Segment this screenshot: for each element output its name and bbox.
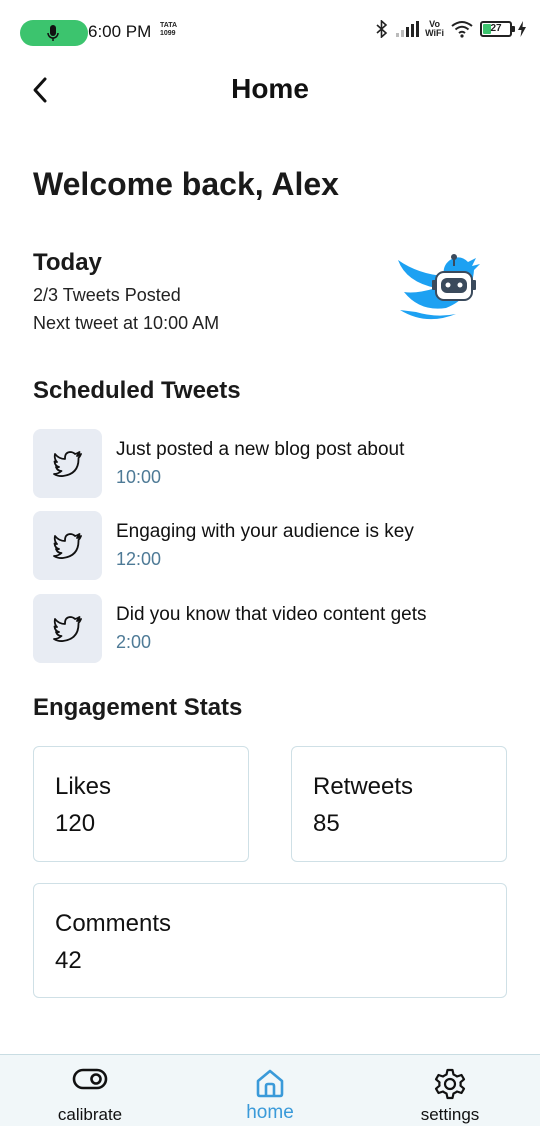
battery-indicator: 27 (480, 21, 515, 37)
retweets-value: 85 (313, 810, 340, 837)
scheduled-tweet-item[interactable]: Engaging with your audience is key 12:00 (33, 511, 513, 581)
app-bar: Home (0, 64, 540, 114)
tweet-icon-container (33, 594, 102, 663)
nav-calibrate[interactable]: calibrate (0, 1055, 180, 1126)
bluetooth-icon (376, 20, 388, 38)
comments-label: Comments (55, 910, 172, 937)
tweet-time: 10:00 (116, 467, 162, 487)
charging-bolt-icon (518, 21, 526, 37)
nav-settings[interactable]: settings (360, 1055, 540, 1126)
tweet-icon-container (33, 429, 102, 498)
carrier-top-text: TATA (160, 22, 178, 29)
nav-settings-label: settings (420, 1105, 480, 1124)
tweet-text: Just posted a new blog post about (116, 439, 405, 460)
status-time: 6:00 PM (88, 22, 152, 41)
microphone-icon (47, 25, 59, 41)
scheduled-tweet-item[interactable]: Did you know that video content gets 2:0… (33, 594, 513, 664)
engagement-stats-title: Engagement Stats (33, 694, 243, 721)
bottom-nav: calibrate home settings (0, 1054, 540, 1126)
battery-level-text: 27 (490, 23, 502, 34)
nav-calibrate-label: calibrate (57, 1105, 123, 1124)
likes-label: Likes (55, 773, 112, 800)
twitter-robot-logo (398, 254, 480, 320)
tweet-time: 2:00 (116, 632, 152, 652)
likes-value: 120 (55, 810, 96, 837)
tweet-icon-container (33, 511, 102, 580)
carrier-bottom-text: 1099 (160, 30, 176, 37)
status-bar: 6:00 PM TATA 1099 Vo WiFi 27 (0, 0, 540, 64)
twitter-bird-icon (52, 615, 82, 642)
tweet-text: Engaging with your audience is key (116, 521, 414, 542)
nav-home[interactable]: home (180, 1055, 360, 1126)
next-tweet-text: Next tweet at 10:00 AM (33, 313, 220, 333)
retweets-card: Retweets 85 (291, 746, 507, 862)
signal-icon (396, 21, 420, 37)
nav-home-label: home (246, 1102, 294, 1123)
tweet-text: Did you know that video content gets (116, 604, 427, 625)
home-icon (256, 1069, 284, 1098)
twitter-bird-icon (52, 450, 82, 477)
tweet-time: 12:00 (116, 549, 162, 569)
wifi-icon (451, 21, 473, 38)
welcome-heading: Welcome back, Alex (33, 166, 339, 202)
today-title: Today (33, 249, 102, 276)
toggle-icon (72, 1068, 108, 1090)
comments-card: Comments 42 (33, 883, 507, 998)
tweets-posted-text: 2/3 Tweets Posted (33, 285, 181, 305)
scheduled-tweets-title: Scheduled Tweets (33, 377, 241, 404)
scheduled-tweet-item[interactable]: Just posted a new blog post about 10:00 (33, 429, 513, 499)
status-icons: Vo WiFi 27 (375, 20, 526, 38)
mic-active-indicator[interactable] (20, 20, 88, 46)
likes-card: Likes 120 (33, 746, 249, 862)
page-title: Home (231, 73, 309, 104)
twitter-bird-icon (52, 532, 82, 559)
vowifi-bottom-text: WiFi (425, 28, 444, 38)
carrier-badge: TATA 1099 (160, 22, 177, 38)
comments-value: 42 (55, 947, 82, 974)
vowifi-indicator: Vo WiFi (425, 20, 444, 38)
retweets-label: Retweets (313, 773, 414, 800)
gear-icon (434, 1068, 466, 1100)
